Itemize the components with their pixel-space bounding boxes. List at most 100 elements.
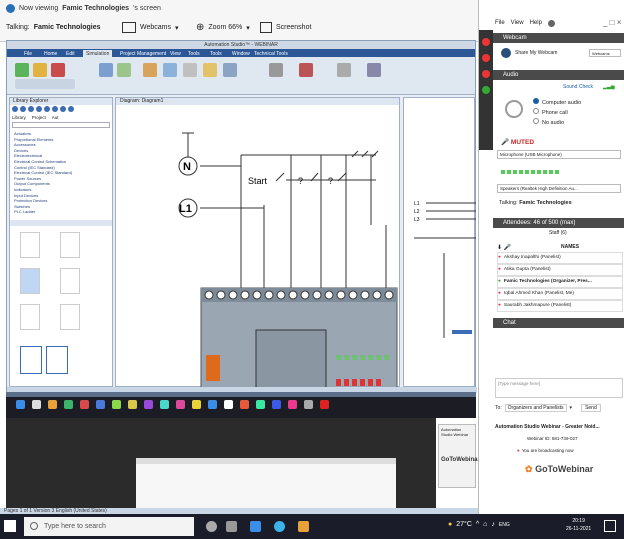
audio-header[interactable]: Audio — [493, 70, 624, 80]
screen-share-icon[interactable] — [482, 86, 490, 94]
webcam-off-icon[interactable] — [482, 70, 490, 78]
tab-aut[interactable]: Aut — [52, 115, 59, 120]
menu-view[interactable]: View — [511, 20, 524, 27]
toolbar-icon[interactable] — [52, 106, 58, 112]
microphone-select[interactable]: Microphone (USB Microphone) — [497, 150, 621, 159]
chevron-down-icon[interactable]: ▾ — [570, 405, 573, 411]
chat-input[interactable]: [Type message here] — [495, 378, 623, 398]
link-text[interactable] — [452, 330, 472, 334]
menu-file[interactable]: File — [495, 20, 505, 27]
tab-home[interactable]: Home — [41, 50, 60, 58]
tab-project-management[interactable]: Project Management — [117, 50, 169, 58]
app-icon[interactable] — [192, 400, 201, 409]
webcams-button[interactable]: Webcams ▾ — [122, 22, 179, 33]
tab-file[interactable]: File — [21, 50, 35, 58]
tab-window[interactable]: Window — [229, 50, 253, 58]
tab-library[interactable]: Library — [12, 115, 26, 120]
app-icon[interactable] — [176, 400, 185, 409]
tab-view[interactable]: View — [167, 50, 184, 58]
tab-tools-2[interactable]: Tools — [207, 50, 225, 58]
options-icon[interactable] — [117, 63, 131, 77]
tab-project[interactable]: Project — [32, 115, 46, 120]
menu-help[interactable]: Help — [530, 20, 542, 27]
muted-status[interactable]: 🎤 MUTED — [501, 138, 534, 146]
attendees-header[interactable]: Attendees: 46 of 500 (max) — [493, 218, 624, 228]
app-icon[interactable] — [128, 400, 137, 409]
attendee-row[interactable]: ● Akshay Inapalthi (Panelist) — [497, 252, 623, 264]
tool-icon[interactable] — [269, 63, 283, 77]
component-symbol-selected[interactable] — [20, 268, 40, 294]
attendee-row[interactable]: ● Iqbal Ahmed Khan (Panelist, Me) — [497, 288, 623, 300]
app-icon[interactable] — [272, 400, 281, 409]
toolbar-icon[interactable] — [44, 106, 50, 112]
component-symbol[interactable] — [20, 304, 40, 330]
attendee-row[interactable]: ● Famic Technologies (Organizer, Pres... — [497, 276, 623, 288]
clock[interactable]: 20:19 26-11-2021 — [566, 517, 591, 533]
toolbar-icon[interactable] — [68, 106, 74, 112]
app-icon[interactable] — [112, 400, 121, 409]
notifications-icon[interactable] — [604, 520, 616, 532]
start-icon[interactable] — [4, 520, 16, 532]
secondary-diagram[interactable]: L1 L2 L3 — [403, 97, 476, 387]
diagram-icon[interactable] — [99, 63, 113, 77]
toolbar-icon[interactable] — [60, 106, 66, 112]
volume-icon[interactable]: ♪ — [491, 521, 495, 528]
grab-tab-icon[interactable] — [482, 38, 490, 46]
browser-icon[interactable] — [274, 521, 285, 532]
toolbar-icon[interactable] — [12, 106, 18, 112]
component-symbol[interactable] — [60, 232, 80, 258]
send-button[interactable]: Send — [581, 404, 601, 412]
window-controls[interactable]: _ □ × — [603, 18, 621, 27]
toolbar-icon[interactable] — [28, 106, 34, 112]
zoom-button[interactable]: ⊕ Zoom 66% ▾ — [196, 22, 250, 33]
network-icon[interactable]: ⌂ — [483, 521, 487, 528]
webcam-icon[interactable] — [501, 48, 511, 58]
tab-edit[interactable]: Edit — [63, 50, 78, 58]
sound-check-link[interactable]: Sound Check — [563, 84, 593, 90]
component-symbol[interactable] — [20, 232, 40, 258]
tab-tools[interactable]: Tools — [185, 50, 203, 58]
app-icon[interactable] — [224, 400, 233, 409]
app-icon[interactable] — [80, 400, 89, 409]
attendee-row[interactable]: ● Atika Gupta (Panelist) — [497, 264, 623, 276]
app-icon[interactable] — [160, 400, 169, 409]
app-icon[interactable] — [320, 400, 329, 409]
webcam-header[interactable]: Webcam — [493, 33, 624, 43]
language-indicator[interactable]: ENG — [499, 522, 510, 528]
app-icon[interactable] — [208, 400, 217, 409]
gtw-gear-icon[interactable] — [547, 20, 555, 27]
play-icon[interactable] — [15, 63, 29, 77]
phone-call-option[interactable]: Phone call — [533, 108, 581, 118]
mic-muted-icon[interactable] — [482, 54, 490, 62]
library-search-input[interactable] — [12, 122, 110, 128]
pause-icon[interactable] — [33, 63, 47, 77]
app-icon[interactable] — [32, 400, 41, 409]
windows-icon[interactable] — [16, 400, 25, 409]
tab-technical-tools[interactable]: Technical Tools — [251, 50, 291, 58]
temperature-text[interactable]: 27°C — [456, 521, 472, 528]
taskbar-search-input[interactable]: Type here to search — [24, 517, 194, 536]
screenshot-button[interactable]: Screenshot — [260, 22, 311, 33]
component-symbol[interactable] — [46, 346, 68, 374]
app-icon[interactable] — [250, 521, 261, 532]
task-view-icon[interactable] — [226, 521, 237, 532]
tool-icon[interactable] — [203, 63, 217, 77]
app-icon[interactable] — [288, 400, 297, 409]
speakers-select[interactable]: Speakers (Realtek High Definition Au... — [497, 184, 621, 193]
tab-simulation[interactable]: Simulation — [83, 50, 113, 58]
tool-icon[interactable] — [163, 63, 177, 77]
computer-audio-option[interactable]: Computer audio — [533, 98, 581, 108]
tool-icon[interactable] — [367, 63, 381, 77]
attendee-row[interactable]: ● Saurabh Jakhmapure (Panelist) — [497, 300, 623, 312]
gotowebinar-taskbar-icon[interactable] — [298, 521, 309, 532]
tool-icon[interactable] — [223, 63, 237, 77]
app-icon[interactable] — [48, 400, 57, 409]
app-icon[interactable] — [256, 400, 265, 409]
to-select[interactable]: Organizers and Panelists — [504, 404, 567, 412]
cortana-icon[interactable] — [206, 521, 217, 532]
diagram-canvas[interactable]: Diagram: Diagram1 N L1 Start ? ? — [115, 97, 400, 388]
toolbar-icon[interactable] — [36, 106, 42, 112]
component-symbol[interactable] — [60, 268, 80, 294]
tool-icon[interactable] — [183, 63, 197, 77]
no-audio-option[interactable]: No audio — [533, 118, 581, 128]
